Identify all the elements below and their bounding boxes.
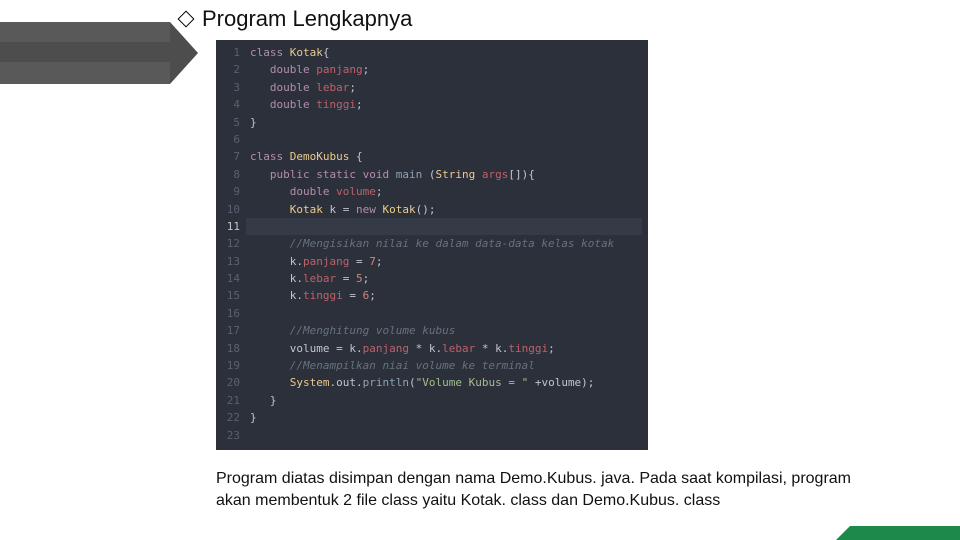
heading-text: Program Lengkapnya — [202, 6, 412, 32]
line-number-gutter: 1234567891011121314151617181920212223 — [216, 44, 250, 444]
caption-text: Program diatas disimpan dengan nama Demo… — [216, 468, 856, 511]
slide-accent-top — [0, 22, 170, 84]
code-body: class Kotak{ double panjang; double leba… — [250, 44, 648, 444]
code-block: 1234567891011121314151617181920212223 cl… — [216, 40, 648, 450]
bullet-diamond-icon — [178, 11, 195, 28]
section-heading: Program Lengkapnya — [180, 6, 900, 32]
slide-accent-bottom — [850, 526, 960, 540]
